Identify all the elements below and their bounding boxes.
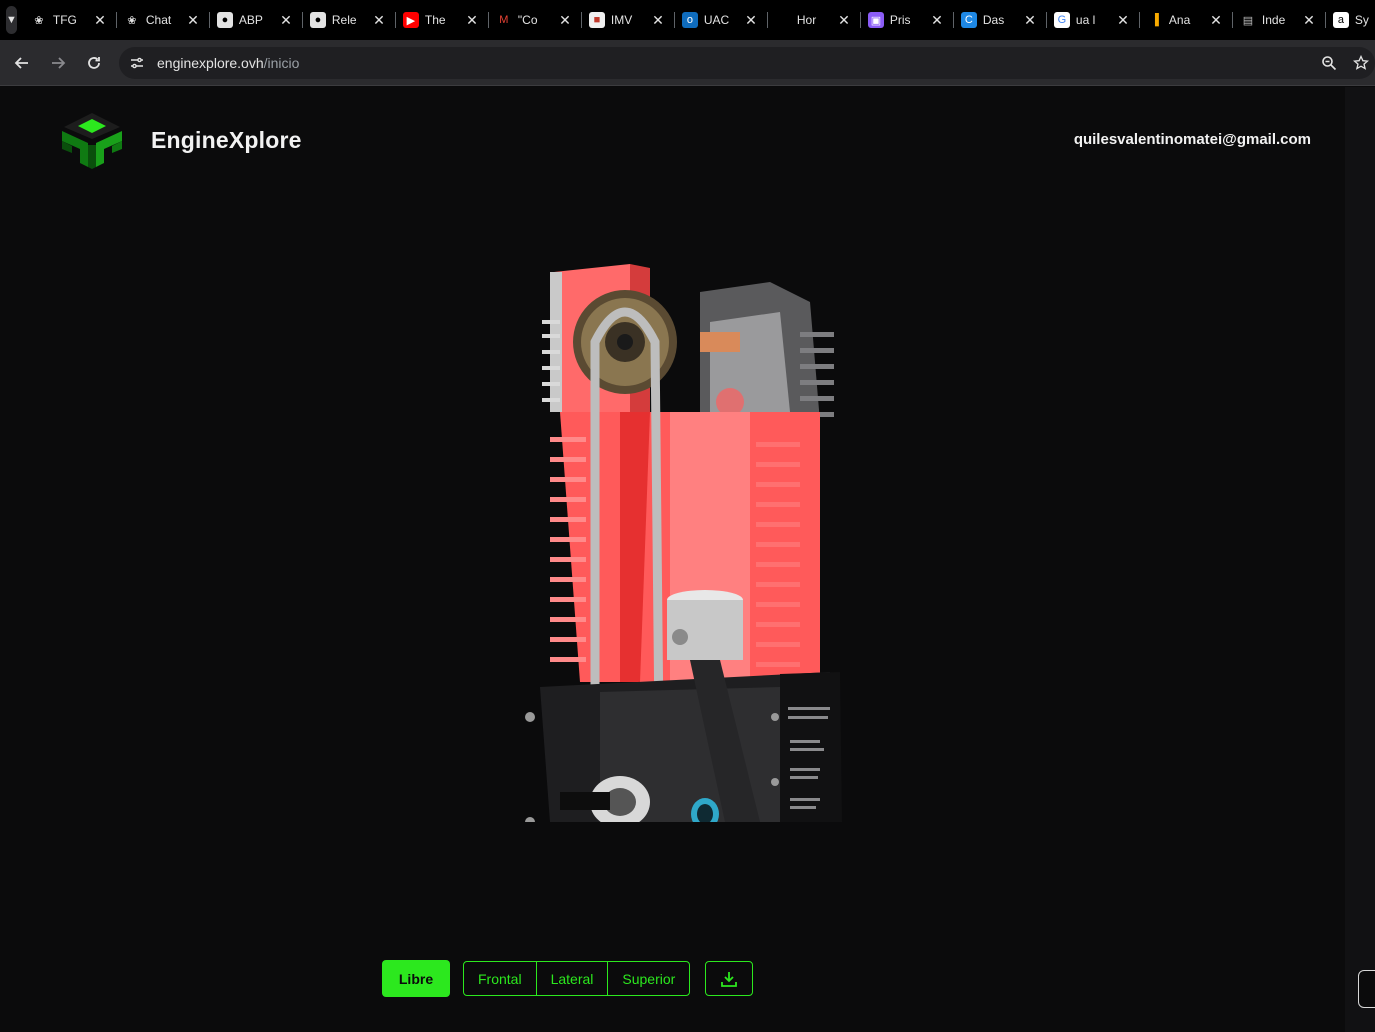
page-content: EngineXplore quilesvalentinomatei@gmail.… [0,87,1345,1032]
view-controls: Libre Frontal Lateral Superior [382,960,754,997]
user-email[interactable]: quilesvalentinomatei@gmail.com [1074,131,1311,148]
site-settings-icon[interactable] [127,53,147,73]
download-button[interactable] [705,961,754,996]
openai-icon: ❀ [127,14,137,27]
tab-title: IMV [610,13,633,27]
imv-icon: ■ [588,12,605,28]
blank-icon [775,12,791,28]
close-tab-icon[interactable]: ✕ [373,12,385,28]
tab-title: Ana [1168,13,1191,27]
browser-tab[interactable]: ● ABP ✕ [208,0,302,40]
close-tab-icon[interactable]: ✕ [1117,12,1129,28]
tab-title: UAC [703,13,730,27]
url-host: enginexplore.ovh [157,55,264,71]
bookmark-star-icon[interactable] [1351,53,1371,73]
reload-icon [88,57,100,69]
github-icon: ● [216,12,233,28]
browser-tab[interactable]: M "Co ✕ [487,0,581,40]
tab-title: The [424,13,446,27]
side-view-button[interactable]: Lateral [537,962,609,995]
tab-title: "Co [517,13,538,27]
close-tab-icon[interactable]: ✕ [1303,12,1315,28]
close-tab-icon[interactable]: ✕ [94,12,106,28]
browser-tab[interactable]: ▐ Ana ✕ [1138,0,1232,40]
amazon-icon: a [1332,12,1349,28]
close-tab-icon[interactable]: ✕ [280,12,292,28]
tab-title: Hor [796,13,817,27]
reload-button[interactable] [80,49,108,77]
chevron-down-icon: ▼ [6,14,17,26]
close-tab-icon[interactable]: ✕ [187,12,199,28]
back-button[interactable] [8,49,36,77]
dashboard-icon: C [960,12,977,28]
close-tab-icon[interactable]: ✕ [466,12,478,28]
engine-3d-viewer[interactable] [520,262,850,822]
camera-view-group: Frontal Lateral Superior [463,961,691,996]
browser-toolbar: enginexplore.ovh/inicio [0,40,1375,86]
address-bar[interactable]: enginexplore.ovh/inicio [119,47,1375,79]
tab-title: Das [982,13,1005,27]
browser-tab[interactable]: ■ IMV ✕ [580,0,674,40]
tab-title: ua l [1075,13,1096,27]
tab-title: TFG [52,13,77,27]
browser-tab[interactable]: ▣ Pris ✕ [859,0,953,40]
gmail-icon: M [499,14,509,26]
index-icon: ▤ [1242,14,1254,27]
google-icon: G [1053,12,1070,28]
close-tab-icon[interactable]: ✕ [559,12,571,28]
close-tab-icon[interactable]: ✕ [1210,12,1222,28]
url-path: /inicio [263,55,300,71]
front-view-button[interactable]: Frontal [464,962,537,995]
page-scrollbar[interactable] [1345,87,1375,1032]
tab-title: Rele [331,13,357,27]
close-tab-icon[interactable]: ✕ [1024,12,1036,28]
tab-title: ABP [238,13,263,27]
tab-search-button[interactable]: ▼ [6,6,17,34]
youtube-icon: ▶ [402,12,419,28]
browser-tab[interactable]: ● Rele ✕ [301,0,395,40]
browser-tab[interactable]: ▤ Inde ✕ [1231,0,1325,40]
analytics-icon: ▐ [1150,14,1159,26]
enginexplore-logo[interactable] [58,109,126,173]
free-view-button[interactable]: Libre [382,960,450,997]
close-tab-icon[interactable]: ✕ [745,12,757,28]
download-icon [721,971,738,987]
close-tab-icon[interactable]: ✕ [838,12,850,28]
prisma-icon: ▣ [867,12,884,28]
brand-name[interactable]: EngineXplore [151,127,302,154]
browser-tab[interactable]: Hor ✕ [766,0,860,40]
arrow-left-icon [14,57,28,69]
tab-title: Sy [1354,13,1369,27]
tab-title: Pris [889,13,911,27]
outlook-icon: o [681,12,698,28]
openai-icon: ❀ [34,14,44,27]
browser-tab[interactable]: ▶ The ✕ [394,0,488,40]
browser-tab[interactable]: C Das ✕ [952,0,1046,40]
browser-tab[interactable]: a Sy [1324,0,1375,40]
github-icon: ● [309,12,326,28]
floating-widget[interactable] [1358,970,1375,1008]
arrow-right-icon [52,57,66,69]
tab-title: Chat [145,13,172,27]
url-text[interactable]: enginexplore.ovh/inicio [157,55,299,71]
forward-button[interactable] [44,49,72,77]
browser-tab-strip: ▼ ❀ TFG ✕ ❀ Chat ✕ ● ABP ✕ ● Rele ✕ ▶ The ✕ M "Co ✕ ■ IMV ✕ o… [0,0,1375,40]
zoom-icon[interactable] [1319,53,1339,73]
tabs-container: ❀ TFG ✕ ❀ Chat ✕ ● ABP ✕ ● Rele ✕ ▶ The ✕ M "Co ✕ ■ IMV ✕ o UA… [23,0,1375,40]
tab-title: Inde [1261,13,1286,27]
top-view-button[interactable]: Superior [608,962,689,995]
browser-tab[interactable]: ❀ Chat ✕ [115,0,209,40]
close-tab-icon[interactable]: ✕ [652,12,664,28]
browser-tab[interactable]: ❀ TFG ✕ [23,0,116,40]
browser-tab[interactable]: Gua l ✕ [1045,0,1139,40]
close-tab-icon[interactable]: ✕ [931,12,943,28]
browser-tab[interactable]: o UAC ✕ [673,0,767,40]
